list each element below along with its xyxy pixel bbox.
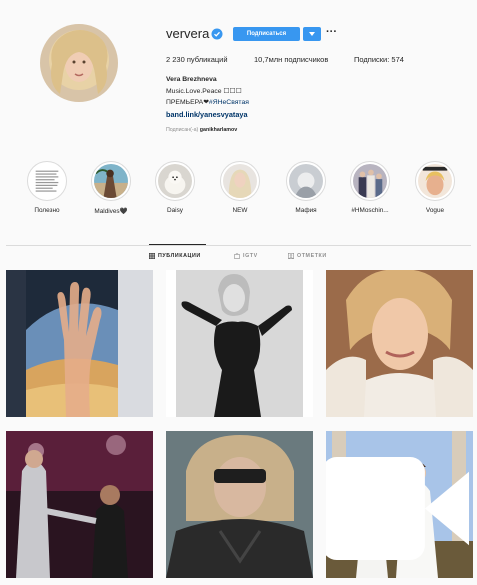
tab-tagged[interactable]: ОТМЕТКИ xyxy=(288,253,327,259)
post-image xyxy=(6,270,153,417)
verified-badge-icon xyxy=(211,28,223,40)
igtv-icon xyxy=(234,253,240,259)
group-thumbnail-icon xyxy=(353,164,387,198)
highlight-item[interactable]: Полезно xyxy=(17,161,77,214)
tab-label: ПУБЛИКАЦИИ xyxy=(158,253,201,259)
magazine-thumbnail-icon xyxy=(418,164,452,198)
document-thumbnail-icon xyxy=(30,164,64,198)
followed-by-user-link[interactable]: ganikharlamov xyxy=(200,127,237,133)
portrait-thumbnail-icon xyxy=(289,164,323,198)
tab-posts[interactable]: ПУБЛИКАЦИИ xyxy=(149,253,201,259)
profile-avatar[interactable] xyxy=(40,24,118,102)
highlight-item[interactable]: NEW xyxy=(210,161,270,214)
profile-full-name: Vera Brezhneva xyxy=(166,76,217,83)
post-thumbnail[interactable] xyxy=(6,270,153,417)
portrait-thumbnail-icon xyxy=(223,164,257,198)
highlight-label: NEW xyxy=(232,207,248,214)
beach-thumbnail-icon xyxy=(94,164,128,198)
tab-label: ОТМЕТКИ xyxy=(297,253,327,259)
tag-icon xyxy=(288,253,294,259)
post-image xyxy=(326,270,473,417)
tab-label: IGTV xyxy=(243,253,258,259)
highlight-item[interactable]: #HMoschin... xyxy=(340,161,400,214)
bio-line: Music.Love.Peace ☐☐☐ xyxy=(166,87,242,95)
highlight-ring xyxy=(286,161,326,201)
post-thumbnail[interactable] xyxy=(166,431,313,578)
grid-icon xyxy=(149,253,155,259)
highlight-ring xyxy=(155,161,195,201)
followers-count[interactable]: 10,7млн подписчиков xyxy=(254,55,328,64)
highlight-item[interactable]: Vogue xyxy=(405,161,465,214)
following-count[interactable]: Подписки: 574 xyxy=(354,55,404,64)
bio-premiere-text: ПРЕМЬЕРА❤ xyxy=(166,99,209,106)
bio-line: ПРЕМЬЕРА❤#ЯНеСвятая xyxy=(166,97,366,109)
highlight-label: #HMoschin... xyxy=(351,207,389,214)
tab-igtv[interactable]: IGTV xyxy=(234,253,258,259)
highlight-item[interactable]: Daisy xyxy=(145,161,205,214)
post-thumbnail[interactable] xyxy=(6,431,153,578)
highlight-label: Мафия xyxy=(295,207,317,214)
post-image xyxy=(166,270,313,417)
post-image xyxy=(166,431,313,578)
profile-username: ververa xyxy=(166,26,210,41)
tabs-divider xyxy=(6,245,471,246)
highlight-ring xyxy=(220,161,260,201)
post-thumbnail[interactable] xyxy=(166,270,313,417)
highlight-ring xyxy=(415,161,455,201)
highlight-item[interactable]: Maldives🖤 xyxy=(81,161,141,215)
highlight-label: Vogue xyxy=(425,207,445,214)
bio-hashtag-link[interactable]: #ЯНеСвятая xyxy=(209,99,249,106)
followed-by-text: Подписан(-а) ganikharlamov xyxy=(166,127,237,133)
suggested-accounts-dropdown-button[interactable] xyxy=(303,27,321,41)
highlight-label: Полезно xyxy=(34,207,60,214)
highlight-ring xyxy=(91,161,131,201)
followed-by-prefix: Подписан(-а) xyxy=(166,127,200,133)
highlight-ring xyxy=(350,161,390,201)
highlight-label: Maldives🖤 xyxy=(94,208,128,215)
dog-thumbnail-icon xyxy=(158,164,192,198)
highlight-item[interactable]: Мафия xyxy=(276,161,336,214)
video-icon xyxy=(326,457,469,560)
post-image xyxy=(6,431,153,578)
posts-count: 2 230 публикаций xyxy=(166,55,228,64)
bio-external-link[interactable]: band.link/yanesvyataya xyxy=(166,109,366,121)
profile-bio: Vera Brezhneva Music.Love.Peace ☐☐☐ ПРЕМ… xyxy=(166,74,366,120)
highlight-ring xyxy=(27,161,67,201)
post-thumbnail[interactable] xyxy=(326,431,473,578)
follow-button[interactable]: Подписаться xyxy=(233,27,300,41)
active-tab-indicator xyxy=(149,244,206,245)
highlight-label: Daisy xyxy=(167,207,183,214)
post-thumbnail[interactable] xyxy=(326,270,473,417)
more-options-button[interactable]: ··· xyxy=(326,26,337,38)
